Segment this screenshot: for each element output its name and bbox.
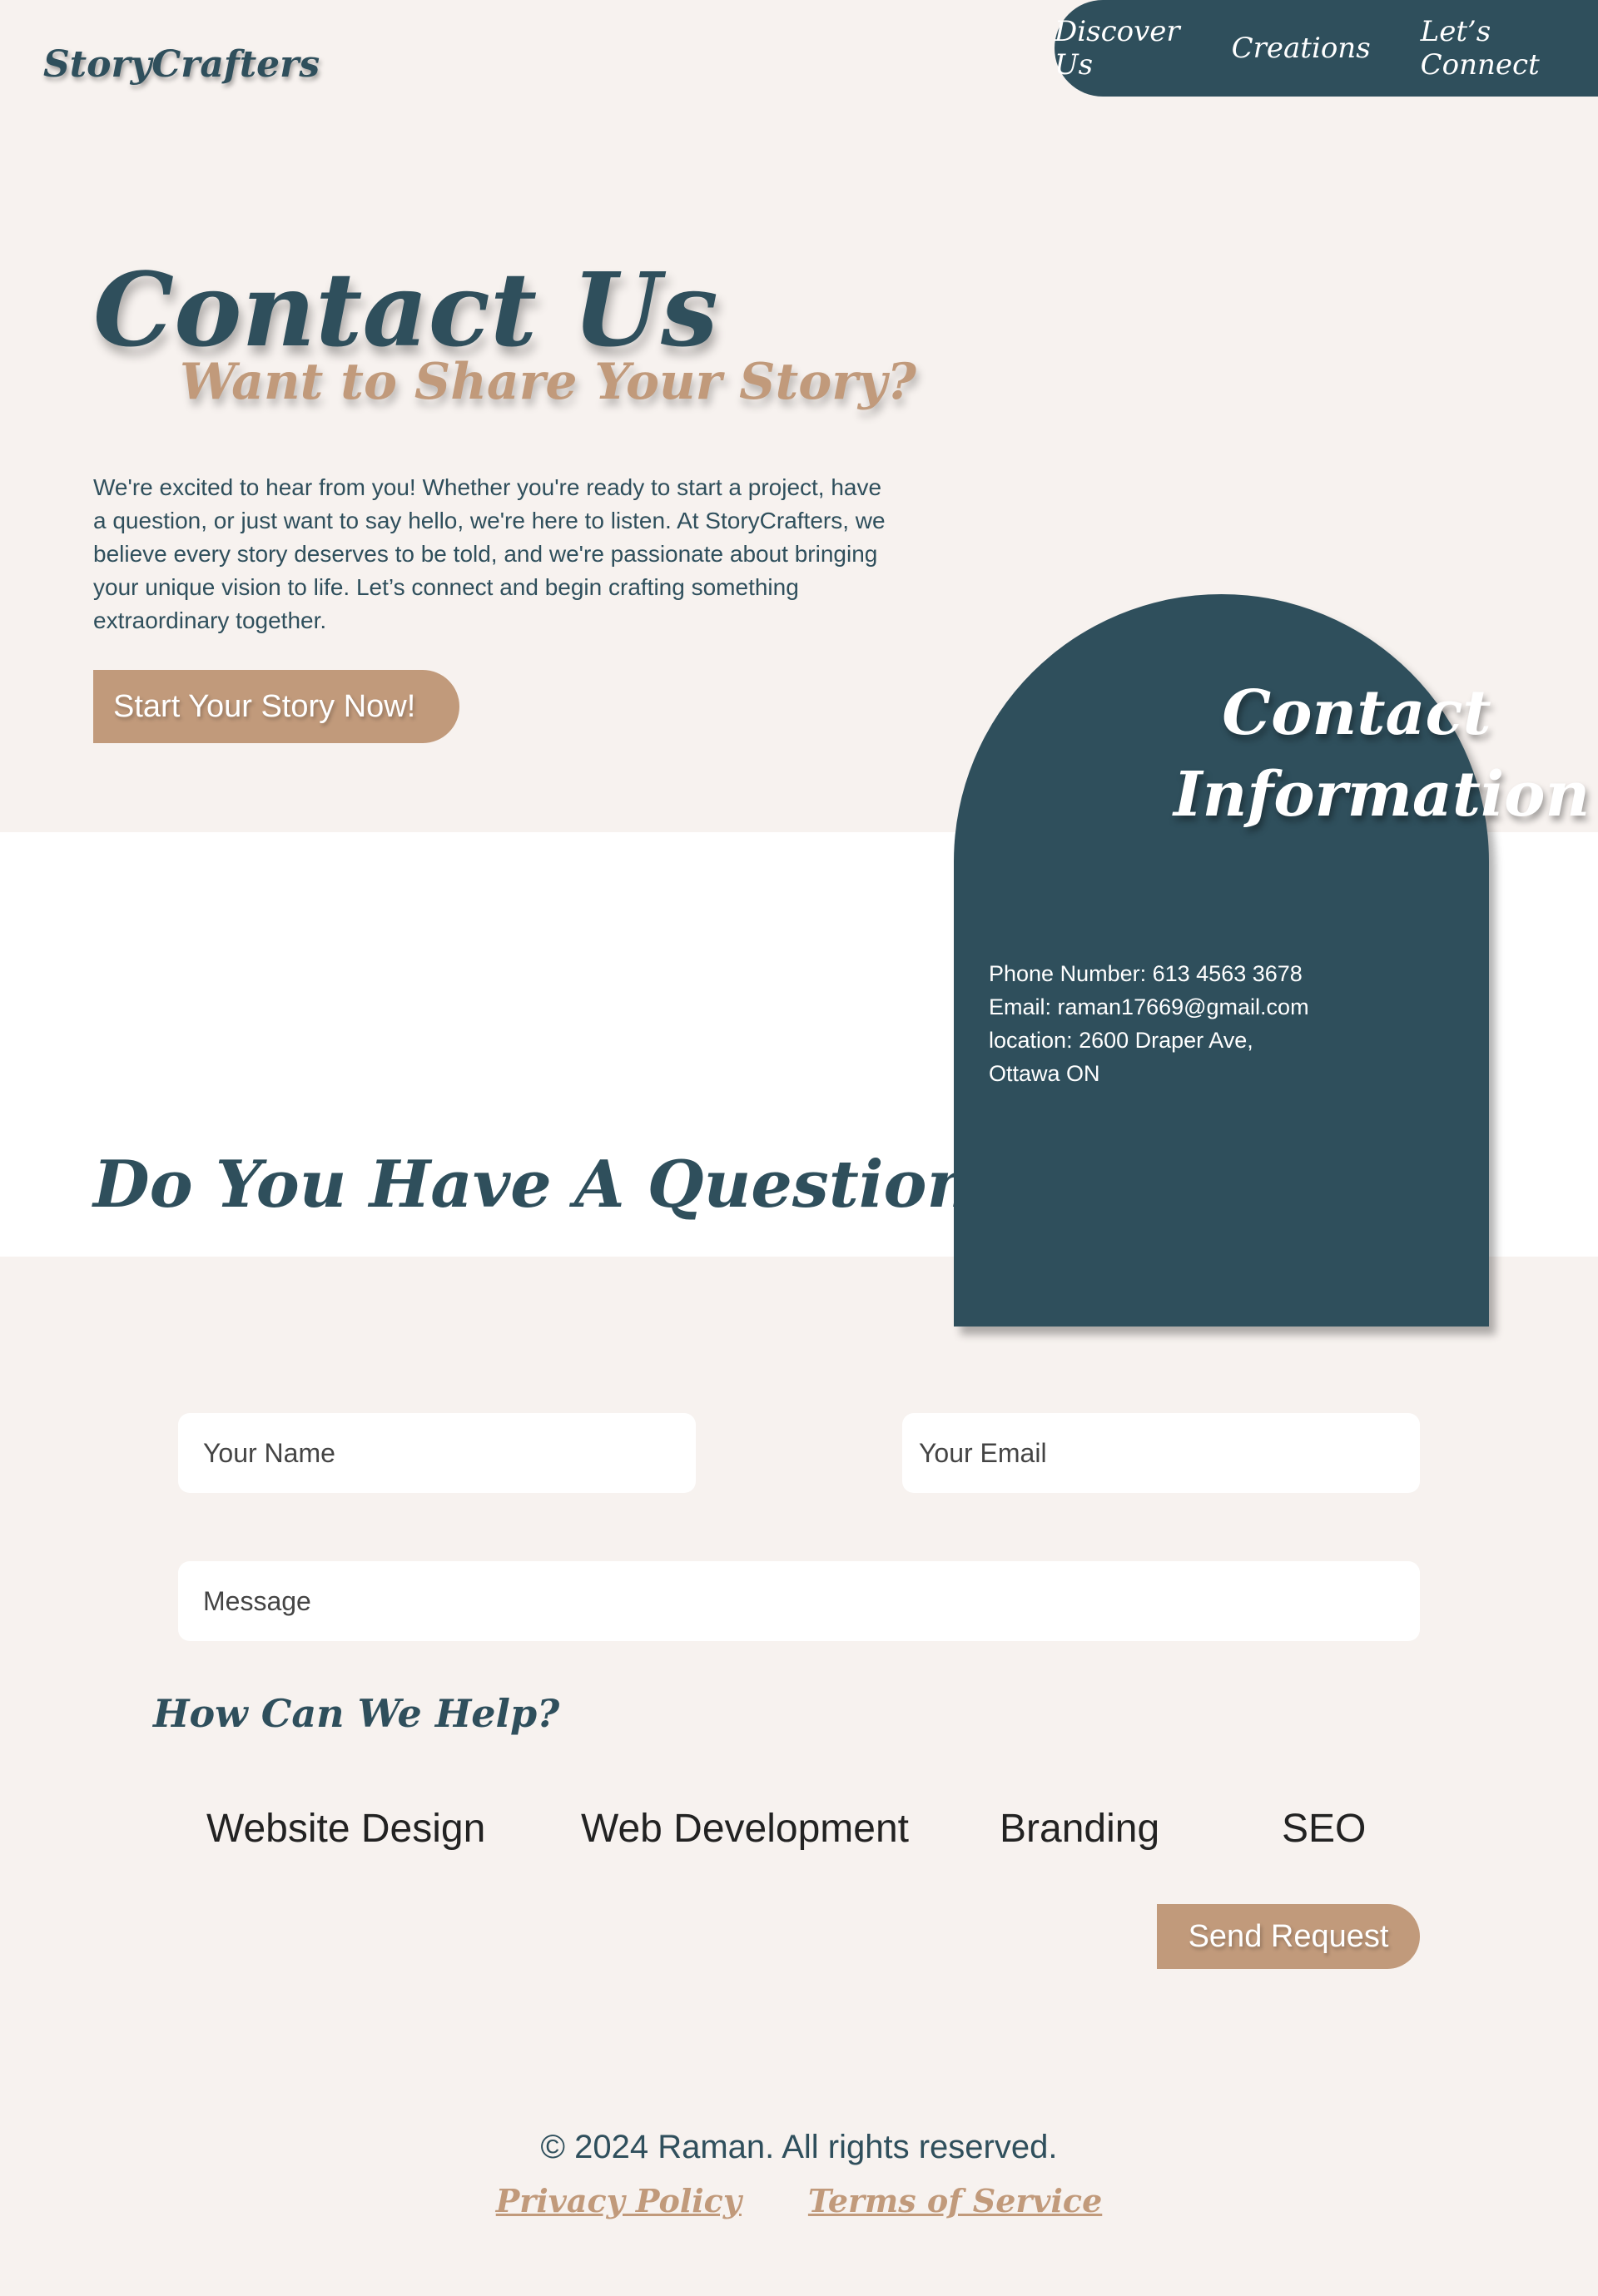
- footer-links: Privacy Policy Terms of Service: [0, 2182, 1598, 2219]
- contact-info-title: Contact Information: [1174, 677, 1591, 831]
- page-title: Contact Us: [93, 250, 718, 369]
- contact-details: Phone Number: 613 4563 3678 Email: raman…: [989, 957, 1422, 1090]
- intro-text: We're excited to hear from you! Whether …: [93, 474, 886, 633]
- nav-creations[interactable]: Creations: [1232, 32, 1371, 65]
- send-request-button[interactable]: Send Request: [1157, 1904, 1420, 1969]
- contact-phone: Phone Number: 613 4563 3678: [989, 961, 1303, 986]
- help-title: How Can We Help?: [153, 1691, 560, 1736]
- terms-of-service-link[interactable]: Terms of Service: [808, 2182, 1102, 2219]
- service-website-design[interactable]: Website Design: [206, 1806, 485, 1852]
- service-seo[interactable]: SEO: [1282, 1806, 1366, 1852]
- copyright-text: © 2024 Raman. All rights reserved.: [540, 2129, 1058, 2165]
- main-nav: Discover Us Creations Let’s Connect: [1055, 0, 1598, 97]
- service-branding[interactable]: Branding: [1000, 1806, 1159, 1852]
- nav-lets-connect[interactable]: Let’s Connect: [1421, 15, 1566, 82]
- page-subtitle: Want to Share Your Story?: [180, 353, 916, 411]
- start-story-button[interactable]: Start Your Story Now!: [93, 670, 459, 743]
- site-logo[interactable]: StoryCrafters: [43, 43, 320, 86]
- question-title: Do You Have A Question?: [93, 1147, 1012, 1222]
- privacy-policy-link[interactable]: Privacy Policy: [496, 2182, 742, 2219]
- nav-discover-us[interactable]: Discover Us: [1055, 15, 1182, 82]
- contact-email: Email: raman17669@gmail.com: [989, 994, 1309, 1019]
- contact-location-line2: Ottawa ON: [989, 1061, 1100, 1086]
- message-input[interactable]: [178, 1561, 1420, 1641]
- name-input[interactable]: [178, 1413, 696, 1493]
- email-input[interactable]: [902, 1413, 1420, 1493]
- contact-location-line1: location: 2600 Draper Ave,: [989, 1028, 1253, 1053]
- service-web-development[interactable]: Web Development: [581, 1806, 909, 1852]
